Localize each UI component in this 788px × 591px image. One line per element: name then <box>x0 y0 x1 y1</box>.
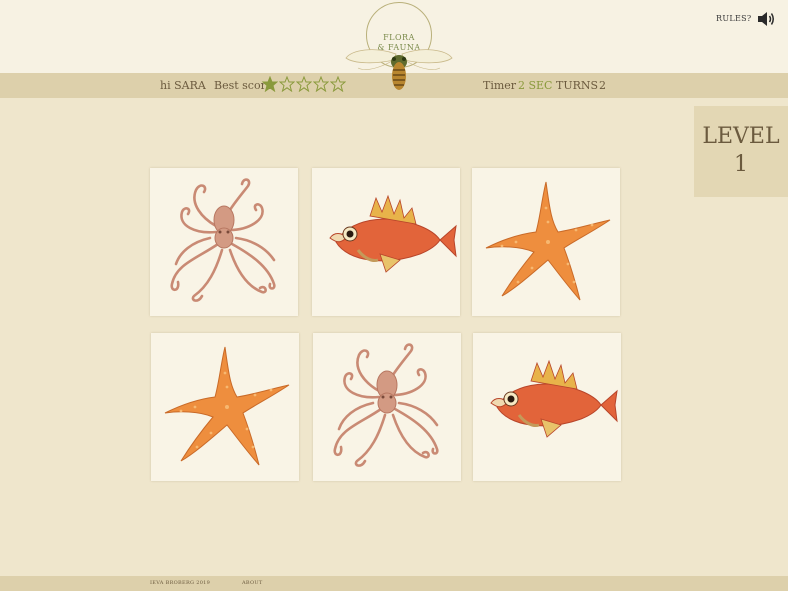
footer <box>0 576 788 591</box>
footer-credit: IEVA BROBERG 2019 <box>150 580 211 586</box>
card[interactable] <box>313 333 461 481</box>
fish-icon <box>489 359 619 439</box>
speaker-icon[interactable] <box>756 10 776 32</box>
star-icon <box>262 76 278 92</box>
greeting: hi SARA <box>160 79 206 92</box>
fish-icon <box>328 194 458 274</box>
card[interactable] <box>151 333 299 481</box>
rules-link[interactable]: RULES? <box>716 14 752 23</box>
star-icon <box>279 76 295 92</box>
about-link[interactable]: ABOUT <box>242 580 263 586</box>
level-number: 1 <box>734 152 748 177</box>
turns-label: TURNS <box>556 79 599 92</box>
starfish-icon <box>485 181 611 301</box>
logo: FLORA & FAUNA <box>344 2 454 98</box>
card[interactable] <box>312 168 460 316</box>
cicada-icon <box>345 49 453 90</box>
timer-label: Timer <box>483 79 517 92</box>
starfish-icon <box>164 346 290 466</box>
logo-line1: FLORA <box>383 33 415 42</box>
card[interactable] <box>150 168 298 316</box>
octopus-icon <box>170 178 276 302</box>
turns-value: 2 <box>599 79 606 92</box>
card[interactable] <box>473 333 621 481</box>
star-icon <box>296 76 312 92</box>
card[interactable] <box>472 168 620 316</box>
timer-value: 2 SEC <box>518 79 553 92</box>
octopus-icon <box>333 343 439 467</box>
best-score-stars <box>262 76 346 92</box>
level-label: LEVEL <box>702 124 780 149</box>
star-icon <box>313 76 329 92</box>
